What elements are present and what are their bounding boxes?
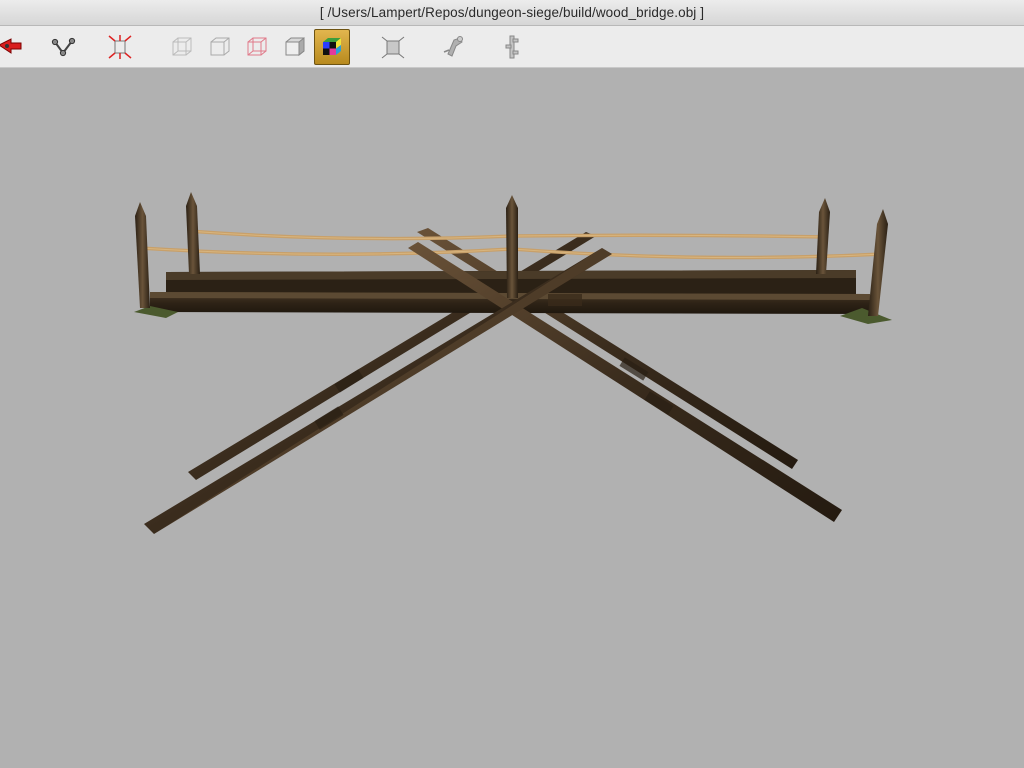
wireframe-box-icon[interactable] [164,29,200,65]
model-viewer-window: [ /Users/Lampert/Repos/dungeon-siege/bui… [0,0,1024,768]
bone-hierarchy-icon[interactable] [494,29,530,65]
3d-viewport[interactable] [0,68,1024,768]
post-front-right [868,209,888,316]
skeleton-bone-icon[interactable] [45,29,81,65]
post-back-left [186,192,200,274]
normals-icon[interactable] [102,29,138,65]
hidden-line-box-icon[interactable] [202,29,238,65]
solid-box-icon[interactable] [277,29,313,65]
back-leg-left [417,228,798,469]
textured-box-icon[interactable] [314,29,350,65]
light-box-icon[interactable] [375,29,411,65]
red-wireframe-box-icon[interactable] [239,29,275,65]
window-title: [ /Users/Lampert/Repos/dungeon-siege/bui… [319,5,705,20]
animation-figure-icon[interactable] [435,29,471,65]
post-center [506,195,518,298]
toolbar [0,26,1024,68]
red-arrow-icon[interactable] [0,29,30,65]
title-bar: [ /Users/Lampert/Repos/dungeon-siege/bui… [0,0,1024,26]
back-leg-right [188,232,596,480]
wood-bridge-model [134,192,892,534]
post-front-left [135,202,150,308]
post-back-right [816,198,830,274]
